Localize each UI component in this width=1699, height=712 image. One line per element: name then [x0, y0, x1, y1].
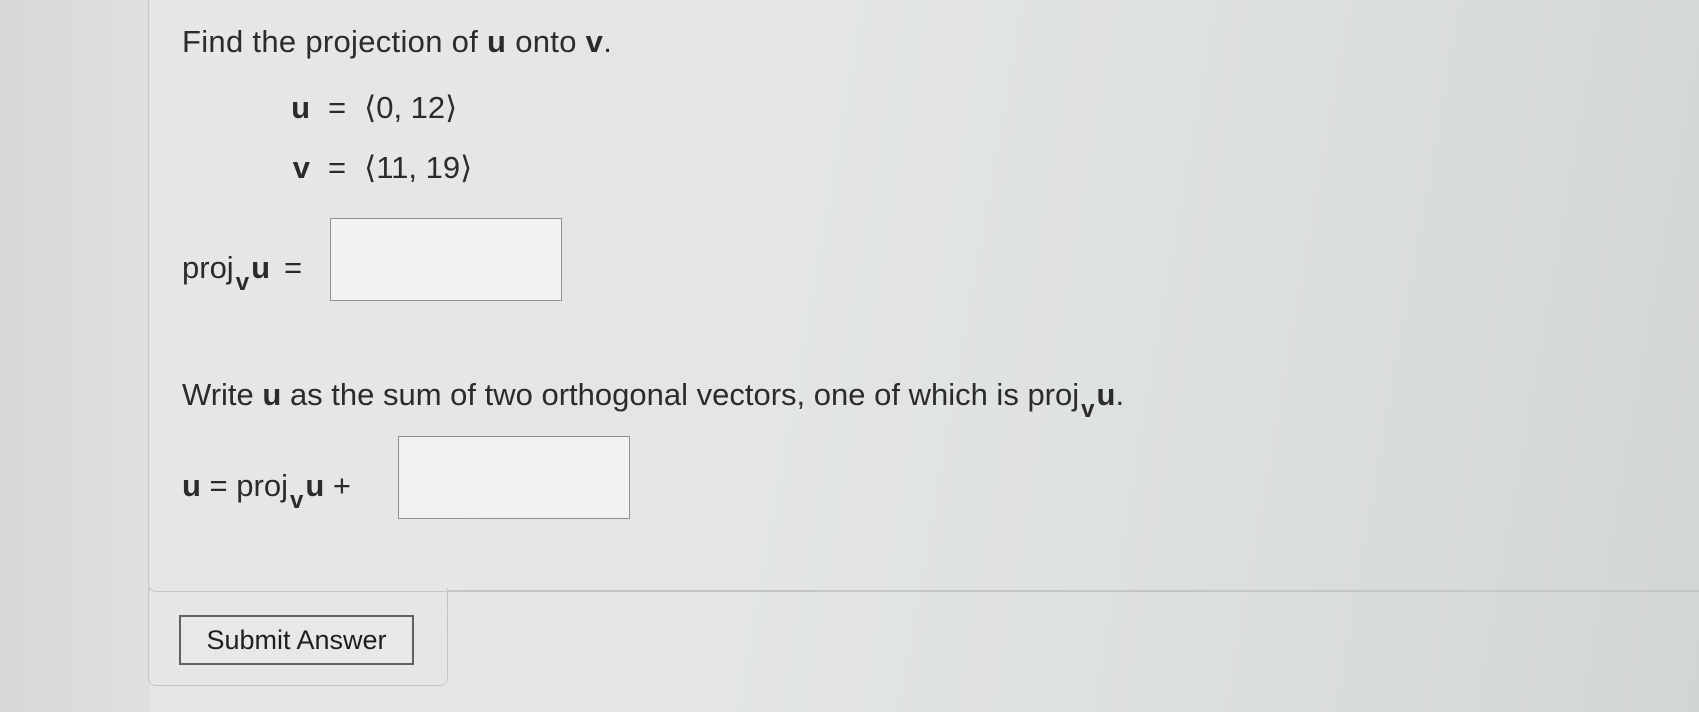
question-prefix: Find the projection of: [182, 24, 488, 59]
projection-answer-input[interactable]: [330, 218, 562, 301]
orthogonal-proj-text: proj: [1027, 377, 1080, 412]
projection-label: proj v u =: [182, 250, 303, 296]
sum-u-symbol-2: u: [305, 468, 325, 503]
orthogonal-instruction: Write u as the sum of two orthogonal vec…: [182, 377, 1125, 423]
vector-u-definition: u = ⟨0, 12⟩: [278, 90, 457, 126]
card-divider: [447, 590, 1699, 591]
proj-equals: =: [284, 250, 303, 285]
vector-v-equals: =: [328, 150, 347, 185]
sum-equals: =: [200, 468, 237, 503]
question-middle: onto: [506, 24, 586, 59]
v-symbol: v: [585, 24, 604, 59]
background-shade: [0, 0, 150, 712]
sum-equation-label: u = proj v u +: [182, 468, 351, 514]
proj-u-symbol: u: [251, 250, 270, 285]
orthogonal-middle: as the sum of two orthogonal vectors, on…: [281, 377, 1028, 412]
submit-answer-button[interactable]: Submit Answer: [179, 615, 414, 665]
question-suffix: .: [603, 24, 613, 59]
question-title: Find the projection of u onto v.: [182, 24, 612, 60]
sum-proj-text: proj: [236, 468, 288, 503]
orthogonal-u-symbol-end: u: [1096, 377, 1116, 412]
orthogonal-prefix: Write: [182, 377, 263, 412]
page: Find the projection of u onto v. u = ⟨0,…: [0, 0, 1699, 712]
orthogonal-subscript: v: [1081, 396, 1095, 423]
vector-v-definition: v = ⟨11, 19⟩: [278, 150, 472, 186]
proj-text: proj: [182, 250, 234, 285]
vector-v-name: v: [292, 150, 310, 185]
vector-u-equals: =: [328, 90, 347, 125]
sum-u-symbol: u: [182, 468, 201, 503]
orthogonal-answer-input[interactable]: [398, 436, 630, 519]
orthogonal-u-symbol: u: [262, 377, 282, 412]
sum-subscript: v: [289, 487, 304, 514]
vector-u-name: u: [291, 90, 310, 125]
sum-plus: +: [324, 468, 351, 503]
orthogonal-suffix: .: [1115, 377, 1125, 412]
vector-v-value: ⟨11, 19⟩: [364, 150, 473, 185]
proj-subscript: v: [235, 269, 250, 296]
vector-u-value: ⟨0, 12⟩: [364, 90, 458, 125]
u-symbol: u: [487, 24, 507, 59]
